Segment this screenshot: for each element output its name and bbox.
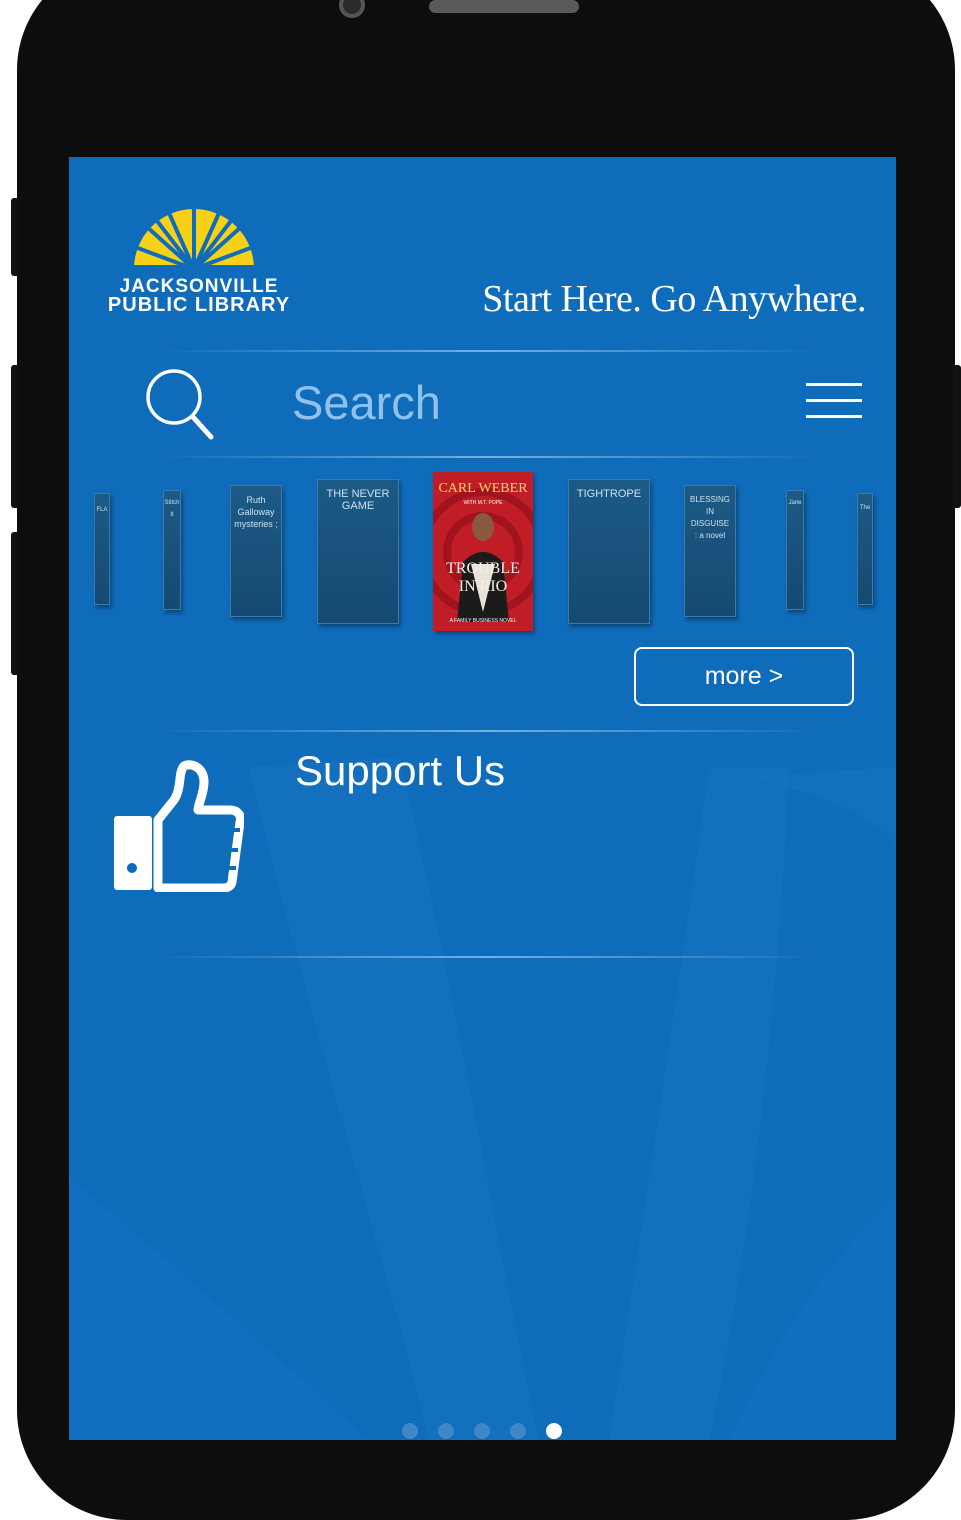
book-cover[interactable]: The: [857, 493, 873, 605]
page-dot-active[interactable]: [546, 1423, 562, 1439]
thumbs-up-icon[interactable]: [112, 760, 244, 892]
sun-logo-icon: [129, 209, 259, 273]
book-cover[interactable]: TIGHTROPE: [568, 479, 650, 624]
book-author: CARL WEBER: [438, 481, 528, 496]
front-camera: [339, 0, 365, 18]
book-title: TROUBLE IN RIO: [446, 560, 520, 595]
volume-down-button: [11, 532, 19, 675]
hamburger-menu-icon[interactable]: [806, 383, 862, 419]
logo-line-2: PUBLIC LIBRARY: [107, 294, 291, 316]
book-series: A FAMILY BUSINESS NOVEL: [449, 618, 517, 624]
mute-switch: [11, 198, 19, 276]
page-dot[interactable]: [510, 1423, 526, 1439]
search-icon[interactable]: [144, 369, 214, 441]
book-title: TIGHTROPE: [576, 488, 642, 500]
book-cover[interactable]: Stitch It: [163, 490, 181, 610]
book-title: BLESSING IN DISGUISE : a novel: [689, 495, 730, 540]
book-cover[interactable]: THE NEVER GAME: [317, 479, 399, 624]
app-screen: JACKSONVILLE PUBLIC LIBRARY Start Here. …: [69, 157, 896, 1440]
page-dot[interactable]: [474, 1423, 490, 1439]
book-cover[interactable]: Ruth Galloway mysteries ;: [230, 485, 282, 617]
book-title: Ruth Galloway mysteries ;: [234, 495, 278, 529]
book-title: Jane: [788, 500, 802, 506]
book-cover[interactable]: Jane: [786, 490, 804, 610]
page-indicator[interactable]: [402, 1423, 562, 1439]
search-input[interactable]: Search: [292, 375, 441, 430]
featured-book-cover[interactable]: CARL WEBER WITH M.T. POPE TROUBLE IN RIO…: [433, 472, 533, 631]
page-dot[interactable]: [402, 1423, 418, 1439]
book-title: Stitch It: [164, 500, 180, 518]
speaker-grille: [429, 0, 579, 13]
support-us-link[interactable]: Support Us: [295, 747, 505, 795]
book-cover[interactable]: FLA: [94, 493, 110, 605]
divider: [159, 730, 819, 732]
power-button: [953, 365, 961, 508]
book-title: FLA: [96, 507, 108, 513]
book-title: THE NEVER GAME: [326, 488, 390, 512]
book-cover[interactable]: BLESSING IN DISGUISE : a novel: [684, 485, 736, 617]
divider: [159, 456, 819, 458]
book-byline: WITH M.T. POPE: [463, 500, 503, 506]
library-logo[interactable]: JACKSONVILLE PUBLIC LIBRARY: [99, 209, 289, 319]
volume-up-button: [11, 365, 19, 508]
page-dot[interactable]: [438, 1423, 454, 1439]
divider: [159, 956, 819, 958]
more-button[interactable]: more >: [634, 647, 854, 706]
book-title: The: [859, 505, 871, 511]
tagline: Start Here. Go Anywhere.: [482, 278, 866, 320]
divider: [159, 350, 819, 352]
